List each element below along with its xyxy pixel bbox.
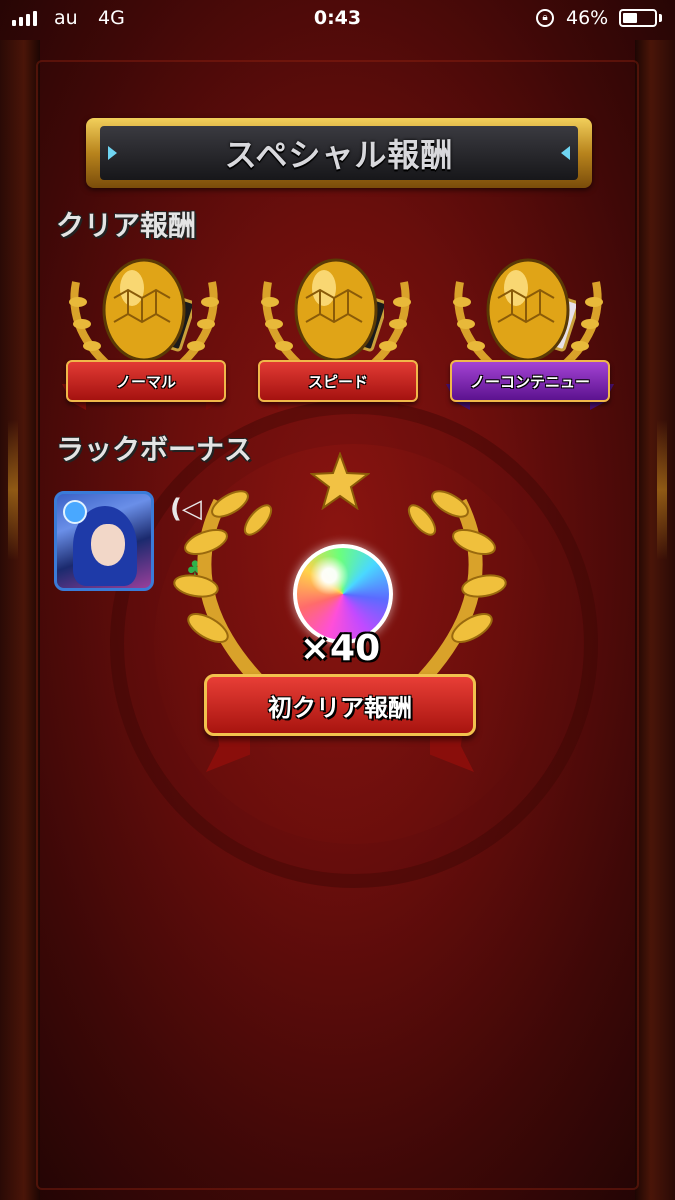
ribbon-no-continue: ノーコンテニュー xyxy=(450,360,610,402)
battery-icon xyxy=(619,9,657,27)
golden-egg-icon xyxy=(486,258,576,362)
ribbon-normal: ノーマル xyxy=(66,360,226,402)
battery-percent: 46% xyxy=(566,7,609,29)
ribbon-speed: スピード xyxy=(258,360,418,402)
golden-egg-icon xyxy=(102,258,192,362)
golden-egg-icon xyxy=(294,258,384,362)
header-banner: スペシャル報酬 xyxy=(86,118,592,188)
character-portrait-icon[interactable] xyxy=(54,491,154,591)
rotation-lock-icon: 🔒︎ xyxy=(536,9,554,27)
reward-quantity: ×40 xyxy=(299,628,381,669)
battery-cap xyxy=(659,14,662,22)
first-clear-reward-popup[interactable]: ×40 初クリア報酬 xyxy=(160,452,520,782)
reward-medal-no-continue[interactable]: ノーコンテニュー xyxy=(440,242,616,422)
clear-rewards-title: クリア報酬 xyxy=(56,209,197,242)
reward-medal-normal[interactable]: ノーマル xyxy=(56,242,232,422)
right-gem-icon xyxy=(561,146,570,160)
battery-fill xyxy=(623,13,637,23)
star-icon xyxy=(310,452,370,510)
reward-medal-speed[interactable]: スピード xyxy=(248,242,424,422)
page-title: スペシャル報酬 xyxy=(224,136,454,174)
first-clear-reward-ribbon: 初クリア報酬 xyxy=(204,674,476,736)
frame-left xyxy=(0,40,40,1200)
left-gem-icon xyxy=(108,146,117,160)
frame-right xyxy=(635,40,675,1200)
status-bar: au 4G 0:43 🔒︎ 46% xyxy=(0,0,675,36)
